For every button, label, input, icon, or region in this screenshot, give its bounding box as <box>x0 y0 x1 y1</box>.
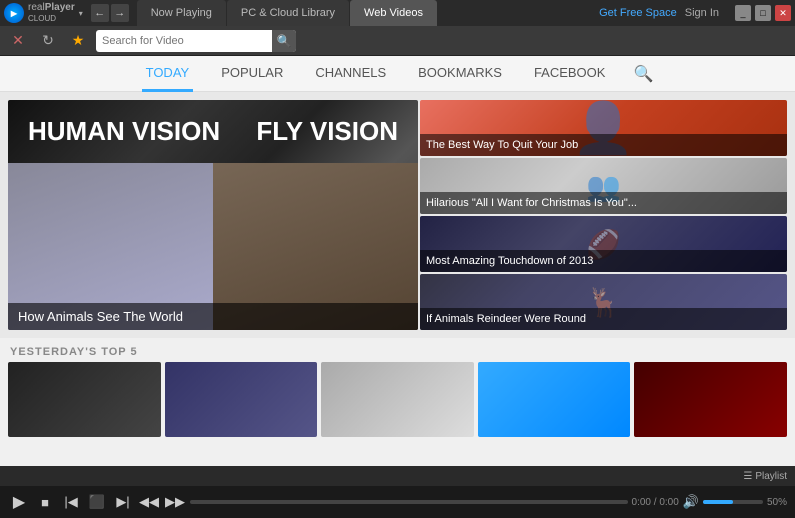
nav-tabs: TODAY POPULAR CHANNELS BOOKMARKS FACEBOO… <box>0 56 795 92</box>
toolbar-star-icon[interactable]: ★ <box>66 29 90 53</box>
featured-main-image: HUMAN VISION FLY VISION <box>8 100 418 330</box>
search-input[interactable] <box>96 35 272 47</box>
featured-header: HUMAN VISION FLY VISION <box>8 100 418 163</box>
playlist-icon: ☰ <box>743 471 752 482</box>
maximize-button[interactable]: □ <box>755 5 771 21</box>
featured-left-label: HUMAN VISION <box>28 116 220 147</box>
back-button[interactable]: ← <box>91 4 109 22</box>
toolbar-close-icon[interactable]: ✕ <box>6 29 30 53</box>
window-buttons: _ □ ✕ <box>735 5 791 21</box>
featured-row: HUMAN VISION FLY VISION How Animals See … <box>0 92 795 338</box>
progress-bar[interactable] <box>190 500 628 504</box>
logo-area: ▶ realPlayerCLOUD ▾ <box>4 2 83 24</box>
nav-tab-today[interactable]: TODAY <box>142 56 194 92</box>
nav-search-icon[interactable]: 🔍 <box>633 64 653 84</box>
progress-area[interactable] <box>190 500 628 504</box>
volume-bar[interactable] <box>703 500 763 504</box>
playlist-bar: ☰ Playlist <box>0 466 795 486</box>
thumb-item-4[interactable]: 🦌 If Animals Reindeer Were Round <box>420 274 787 330</box>
title-bar: ▶ realPlayerCLOUD ▾ ← → Now Playing PC &… <box>0 0 795 26</box>
close-button[interactable]: ✕ <box>775 5 791 21</box>
featured-main-video[interactable]: HUMAN VISION FLY VISION How Animals See … <box>8 100 418 330</box>
volume-icon[interactable]: 🔊 <box>683 494 699 510</box>
nav-tab-channels[interactable]: CHANNELS <box>311 56 390 92</box>
nav-tab-facebook[interactable]: FACEBOOK <box>530 56 610 92</box>
yesterday-thumb-1[interactable] <box>8 362 161 437</box>
volume-percentage: 50% <box>767 497 787 508</box>
nav-tab-popular[interactable]: POPULAR <box>217 56 287 92</box>
side-thumbs: 👤 The Best Way To Quit Your Job 👥 Hilari… <box>420 100 787 330</box>
tab-group: Now Playing PC & Cloud Library Web Video… <box>137 0 599 26</box>
time-display: 0:00 / 0:00 <box>632 497 679 508</box>
main-content: HUMAN VISION FLY VISION How Animals See … <box>0 92 795 466</box>
thumb-item-2[interactable]: 👥 Hilarious "All I Want for Christmas Is… <box>420 158 787 214</box>
search-box[interactable]: 🔍 <box>96 30 296 52</box>
forward-button[interactable]: → <box>111 4 129 22</box>
toolbar: ✕ ↻ ★ 🔍 <box>0 26 795 56</box>
logo-text: realPlayerCLOUD <box>28 2 75 24</box>
volume-fill <box>703 500 733 504</box>
thumb-label-4: If Animals Reindeer Were Round <box>420 308 787 330</box>
thumb-label-1: The Best Way To Quit Your Job <box>420 134 787 156</box>
player-bar: ▶ ■ |◀ ⬛ ▶| ◀◀ ▶▶ 0:00 / 0:00 🔊 50% <box>0 486 795 518</box>
skip-fwd-button[interactable]: ▶| <box>112 491 134 513</box>
featured-right-label: FLY VISION <box>256 116 398 147</box>
toolbar-refresh-icon[interactable]: ↻ <box>36 29 60 53</box>
logo-dropdown-icon[interactable]: ▾ <box>79 9 83 18</box>
yesterday-thumb-row <box>0 362 795 445</box>
tab-web-videos[interactable]: Web Videos <box>350 0 437 26</box>
sign-in-link[interactable]: Sign In <box>685 7 719 19</box>
nav-tab-bookmarks[interactable]: BOOKMARKS <box>414 56 506 92</box>
rewind-button[interactable]: ◀◀ <box>138 491 160 513</box>
playlist-button[interactable]: ☰ Playlist <box>743 471 787 482</box>
yesterday-thumb-2[interactable] <box>165 362 318 437</box>
realplayer-logo-icon: ▶ <box>4 3 24 23</box>
get-free-space-link[interactable]: Get Free Space <box>599 7 677 19</box>
thumb-item-1[interactable]: 👤 The Best Way To Quit Your Job <box>420 100 787 156</box>
tab-pc-cloud-library[interactable]: PC & Cloud Library <box>227 0 349 26</box>
tab-now-playing[interactable]: Now Playing <box>137 0 226 26</box>
search-submit-button[interactable]: 🔍 <box>272 30 296 52</box>
yesterday-thumb-3[interactable] <box>321 362 474 437</box>
thumb-label-2: Hilarious "All I Want for Christmas Is Y… <box>420 192 787 214</box>
ff-button[interactable]: ▶▶ <box>164 491 186 513</box>
header-right: Get Free Space Sign In _ □ ✕ <box>599 5 791 21</box>
play-button[interactable]: ▶ <box>8 491 30 513</box>
prev-button[interactable]: |◀ <box>60 491 82 513</box>
playlist-label: Playlist <box>755 471 787 482</box>
nav-arrows: ← → <box>91 4 129 22</box>
featured-caption: How Animals See The World <box>8 303 418 330</box>
stop-button[interactable]: ■ <box>34 491 56 513</box>
yesterday-thumb-4[interactable] <box>478 362 631 437</box>
yesterday-section-header: YESTERDAY'S TOP 5 <box>0 338 795 362</box>
minimize-button[interactable]: _ <box>735 5 751 21</box>
thumb-item-3[interactable]: 🏈 Most Amazing Touchdown of 2013 <box>420 216 787 272</box>
volume-area: 🔊 50% <box>683 494 787 510</box>
skip-back-button[interactable]: ⬛ <box>86 491 108 513</box>
yesterday-thumb-5[interactable] <box>634 362 787 437</box>
thumb-label-3: Most Amazing Touchdown of 2013 <box>420 250 787 272</box>
